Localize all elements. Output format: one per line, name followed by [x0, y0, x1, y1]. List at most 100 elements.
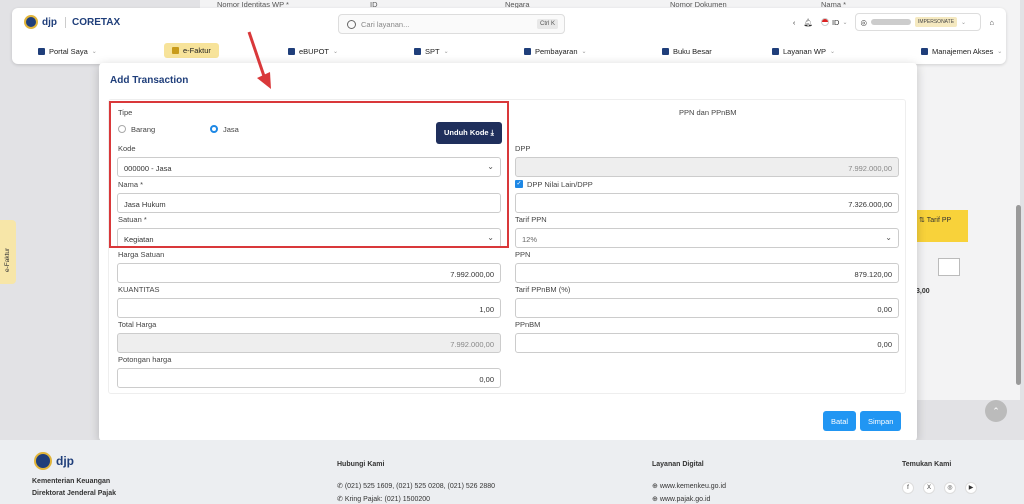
- portal-icon: [38, 48, 45, 55]
- instagram-icon[interactable]: ◎: [944, 482, 956, 494]
- menu-portal-saya[interactable]: Portal Saya ⌄: [38, 47, 97, 56]
- ppnbm-label: PPnBM: [515, 320, 541, 329]
- annotation-highlight-box: [109, 101, 509, 248]
- language-selector[interactable]: ID ⌄: [820, 17, 848, 27]
- chevron-left-icon[interactable]: ‹: [793, 18, 796, 27]
- search-input[interactable]: Cari layanan... Ctrl K: [338, 14, 565, 34]
- brand-logo[interactable]: djp CORETAX: [24, 15, 120, 29]
- home-icon[interactable]: ⌂: [989, 18, 994, 27]
- brand-coretax: CORETAX: [65, 16, 120, 28]
- blurred-username: [871, 19, 912, 25]
- chevron-down-icon: ⌄: [997, 49, 1003, 55]
- total-harga-label: Total Harga: [118, 320, 157, 329]
- menu-buku-besar[interactable]: Buku Besar: [662, 47, 712, 56]
- background-table-yellow-header: ⇅ Tarif PP: [916, 210, 968, 242]
- hubungi-title: Hubungi Kami: [337, 461, 385, 468]
- menu-label: Manajemen Akses: [932, 47, 994, 56]
- user-menu[interactable]: ◎ IMPERSONATE ⌄: [855, 13, 982, 31]
- bg-table-header-label: Tarif PP: [926, 217, 952, 224]
- modal-title: Add Transaction: [110, 75, 189, 86]
- kemenkeu-emblem-icon: [34, 452, 52, 470]
- footer-brand: djp: [56, 454, 74, 468]
- chevron-down-icon: ⌄: [91, 49, 97, 55]
- harga-satuan-label: Harga Satuan: [118, 250, 165, 259]
- menu-label: Portal Saya: [49, 47, 88, 56]
- chevron-down-icon: ⌄: [333, 49, 339, 55]
- language-label: ID: [831, 17, 840, 27]
- facebook-icon[interactable]: f: [902, 482, 914, 494]
- kuantitas-label: KUANTITAS: [118, 285, 160, 294]
- chevron-down-icon: ⌄: [885, 233, 892, 242]
- chevron-down-icon: ⌄: [961, 19, 967, 26]
- search-placeholder: Cari layanan...: [361, 20, 410, 29]
- tarif-ppnbm-input[interactable]: 0,00: [515, 298, 899, 318]
- web1-text: www.kemenkeu.go.id: [659, 483, 726, 490]
- efaktur-icon: [172, 47, 179, 54]
- web2-text: www.pajak.go.id: [659, 496, 711, 503]
- brand-djp: djp: [42, 16, 57, 28]
- dpp-input: 7.992.000,00: [515, 157, 899, 177]
- batal-button[interactable]: Batal: [823, 411, 857, 431]
- menu-ebupot[interactable]: eBUPOT ⌄: [288, 47, 338, 56]
- simpan-button[interactable]: Simpan: [860, 411, 902, 431]
- dpp-nilai-lain-label: DPP Nilai Lain/DPP: [527, 180, 593, 189]
- annotation-arrow-icon: [247, 31, 271, 89]
- footer-logo: djp: [34, 452, 74, 470]
- menu-label: Buku Besar: [673, 47, 712, 56]
- kuantitas-input[interactable]: 1,00: [117, 298, 501, 318]
- scroll-up-button[interactable]: ⌃: [985, 400, 1007, 422]
- spt-icon: [414, 48, 421, 55]
- side-tab-e-faktur[interactable]: e-Faktur: [0, 220, 16, 284]
- menu-e-faktur[interactable]: e-Faktur: [164, 43, 219, 58]
- bell-icon[interactable]: 🔔︎: [803, 18, 813, 27]
- menu-manajemen-akses[interactable]: Manajemen Akses ⌄: [921, 47, 1002, 56]
- tarif-ppn-select[interactable]: 12% ⌄: [515, 228, 899, 248]
- phone-text: (021) 525 1609, (021) 525 0208, (021) 52…: [344, 483, 496, 490]
- kemenkeu-emblem-icon: [24, 15, 38, 29]
- menu-label: Pembayaran: [535, 47, 578, 56]
- footer-kring: ✆ Kring Pajak: (021) 1500200: [337, 495, 430, 503]
- layanan-title: Layanan Digital: [652, 461, 704, 468]
- topbar-right: ‹ 🔔︎ ID ⌄ ◎ IMPERSONATE ⌄ ⌂: [793, 13, 994, 31]
- footer-phone: ✆ (021) 525 1609, (021) 525 0208, (021) …: [337, 482, 495, 490]
- dpp-nilai-lain-checkbox[interactable]: ✓: [515, 180, 523, 188]
- ppn-input[interactable]: 879.120,00: [515, 263, 899, 283]
- chevron-down-icon: ⌄: [443, 49, 449, 55]
- menu-label: Layanan WP: [783, 47, 826, 56]
- ppn-section-title: PPN dan PPnBM: [679, 108, 737, 117]
- tarif-ppn-label: Tarif PPN: [515, 215, 547, 224]
- bg-table-cell: [938, 258, 960, 276]
- chevron-down-icon: ⌄: [581, 49, 587, 55]
- footer-web-1[interactable]: ⊕ www.kemenkeu.go.id: [652, 482, 726, 490]
- potongan-input[interactable]: 0,00: [117, 368, 501, 388]
- dpp-label: DPP: [515, 144, 531, 153]
- ppn-label: PPN: [515, 250, 531, 259]
- potongan-label: Potongan harga: [118, 355, 172, 364]
- ebupot-icon: [288, 48, 295, 55]
- tarif-ppn-value: 12%: [522, 235, 538, 244]
- footer: djp Kementerian Keuangan Direktorat Jend…: [0, 440, 1024, 504]
- chevron-down-icon: ⌄: [842, 19, 848, 26]
- main-menu: Portal Saya ⌄ e-Faktur eBUPOT ⌄ SPT ⌄ Pemba…: [24, 43, 1018, 62]
- footer-web-2[interactable]: ⊕ www.pajak.go.id: [652, 495, 710, 503]
- pembayaran-icon: [524, 48, 531, 55]
- page-scrollbar[interactable]: [1016, 205, 1021, 385]
- youtube-icon[interactable]: ▶: [965, 482, 977, 494]
- footer-org-2: Direktorat Jenderal Pajak: [32, 490, 117, 497]
- menu-layanan-wp[interactable]: Layanan WP ⌄: [772, 47, 835, 56]
- x-icon[interactable]: X: [923, 482, 935, 494]
- harga-satuan-input[interactable]: 7.992.000,00: [117, 263, 501, 283]
- menu-label: eBUPOT: [299, 47, 330, 56]
- menu-pembayaran[interactable]: Pembayaran ⌄: [524, 47, 587, 56]
- chevron-down-icon: ⌄: [829, 49, 835, 55]
- footer-org-1: Kementerian Keuangan: [32, 478, 111, 485]
- dpp-nilai-lain-input[interactable]: 7.326.000,00: [515, 193, 899, 213]
- menu-spt[interactable]: SPT ⌄: [414, 47, 449, 56]
- top-navbar: djp CORETAX Cari layanan... Ctrl K ‹ 🔔︎ …: [12, 8, 1006, 64]
- akses-icon: [921, 48, 928, 55]
- ppnbm-input[interactable]: 0,00: [515, 333, 899, 353]
- menu-label: e-Faktur: [183, 46, 211, 55]
- layanan-icon: [772, 48, 779, 55]
- search-shortcut: Ctrl K: [537, 19, 558, 29]
- user-icon: ◎: [860, 17, 868, 27]
